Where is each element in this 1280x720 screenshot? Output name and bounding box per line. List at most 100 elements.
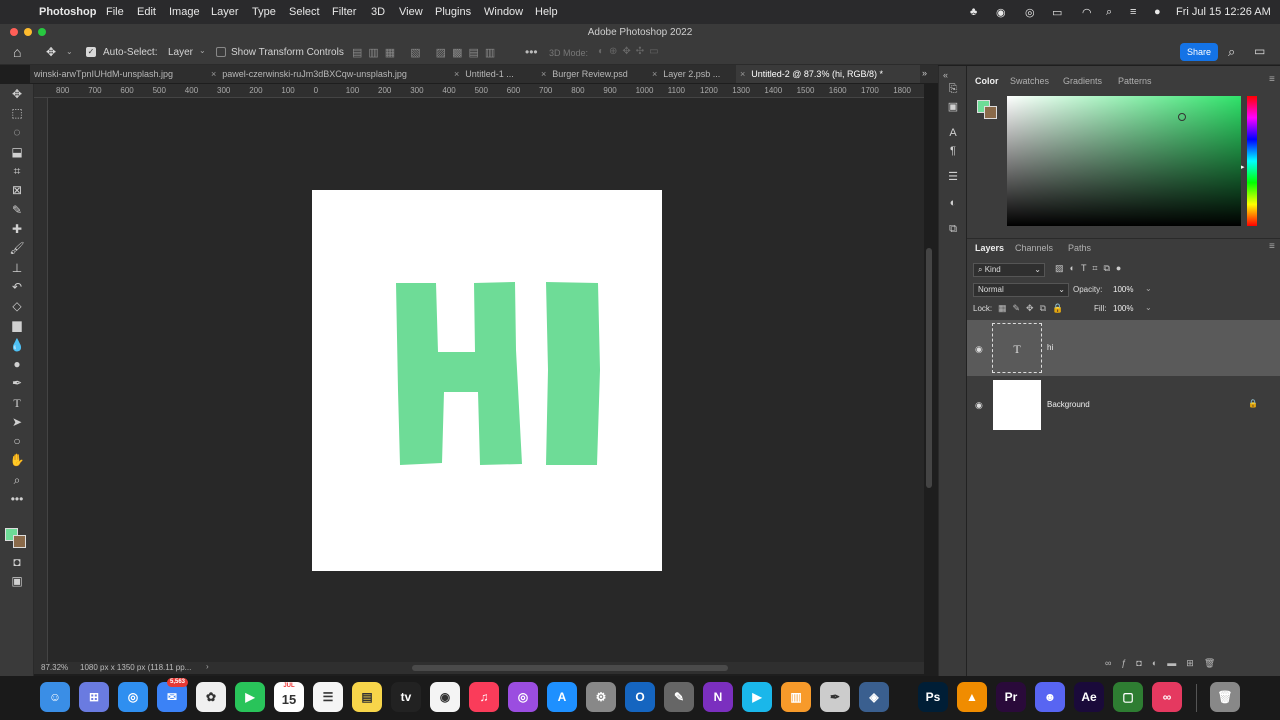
eraser-tool-icon[interactable]: ◇ [9,298,25,314]
doc-tab[interactable]: × Burger Review.psd [541,65,641,83]
dock-app-trash[interactable]: 🗑 [1210,682,1240,712]
dock-app-creative-cloud[interactable]: ∞ [1152,682,1182,712]
zoom-level[interactable]: 87.32% [41,663,68,672]
path-selection-tool-icon[interactable]: ➤ [9,414,25,430]
media-status-icon[interactable]: ◎ [1025,6,1035,19]
dock-app-discord[interactable]: ☻ [1035,682,1065,712]
pen-tool-icon[interactable]: ✒ [9,375,25,391]
menu-file[interactable]: File [106,6,124,18]
eye-icon[interactable]: ◉ [975,344,985,355]
close-tab-icon[interactable]: × [211,69,216,79]
blend-mode-dropdown[interactable]: Normal ⌄ [973,283,1069,297]
dock-app-ae[interactable]: Ae [1074,682,1104,712]
adjustments-panel-icon[interactable]: ◐ [946,196,960,210]
layer-row[interactable]: ◉ T hi [967,320,1280,376]
tab-paths[interactable]: Paths [1068,243,1091,253]
lasso-tool-icon[interactable]: ◌ [9,124,25,140]
menu-filter[interactable]: Filter [332,6,356,18]
dock-app-reminders[interactable]: ☰ [313,682,343,712]
opacity-value[interactable]: 100% [1113,285,1133,294]
tab-swatches[interactable]: Swatches [1010,76,1049,86]
share-button[interactable]: Share [1180,43,1218,61]
menu-plugins[interactable]: Plugins [435,6,471,18]
dodge-tool-icon[interactable]: ● [9,356,25,372]
show-transform-checkbox[interactable] [216,47,226,57]
vertical-scrollbar[interactable] [926,248,932,488]
edit-toolbar-icon[interactable]: ••• [9,491,25,507]
properties-panel-icon[interactable]: ☰ [946,170,960,184]
spotlight-search-icon[interactable]: ⌕ [1106,6,1112,19]
panel-menu-icon[interactable]: ≡ [1269,241,1275,252]
lock-icons[interactable]: ▦✎✥⧉🔒 [998,303,1069,314]
layer-actions-icons[interactable]: ∞ƒ◘◐▬⊞🗑 [1105,658,1225,669]
hi-text-layer[interactable] [312,190,662,571]
doc-tab[interactable]: × Untitled-1 ... [454,65,538,83]
tab-color[interactable]: Color [975,76,999,86]
tab-layers[interactable]: Layers [975,243,1004,253]
chevron-down-icon[interactable]: ⌄ [1145,284,1152,293]
dock-app-tv[interactable]: tv [391,682,421,712]
close-tab-icon[interactable]: × [652,69,657,79]
menu-view[interactable]: View [399,6,423,18]
align-buttons-group[interactable]: ▤▥▦ ▧ ▨▩▤▥ [352,46,501,59]
dock-app-chrome[interactable]: ◉ [430,682,460,712]
screen-mode-icon[interactable]: ▣ [9,573,25,589]
siri-icon[interactable]: ● [1154,6,1161,18]
history-brush-tool-icon[interactable]: ↶ [9,279,25,295]
gradient-tool-icon[interactable]: ▆ [9,317,25,333]
filter-kind-dropdown[interactable]: ⌕ Kind ⌄ [973,263,1045,277]
dock-app-music[interactable]: ♫ [469,682,499,712]
hand-tool-icon[interactable]: ✋ [9,452,25,468]
doc-tab[interactable]: winski-arwTpnIUHdM-unsplash.jpg [34,65,209,83]
blur-tool-icon[interactable]: 💧 [9,337,25,353]
panel-menu-icon[interactable]: ≡ [1269,74,1275,85]
clone-stamp-tool-icon[interactable]: ⊥ [9,260,25,276]
more-options-icon[interactable]: ••• [525,45,538,59]
type-tool-icon[interactable]: T [9,395,25,411]
menu-layer[interactable]: Layer [211,6,239,18]
menu-help[interactable]: Help [535,6,558,18]
chevron-right-icon[interactable]: › [206,662,209,671]
dock-app-finder[interactable]: ☺ [40,682,70,712]
dock-app-facetime[interactable]: ▶ [235,682,265,712]
menu-window[interactable]: Window [484,6,523,18]
ellipse-tool-icon[interactable]: ○ [9,433,25,449]
history-panel-icon[interactable]: ⎘ [946,82,960,96]
crop-tool-icon[interactable]: ⌗ [9,163,25,179]
creative-cloud-status-icon[interactable]: ♣ [970,6,977,18]
horizontal-scrollbar[interactable] [412,665,728,671]
layer-name[interactable]: hi [1047,343,1053,352]
dock-app-app-store[interactable]: A [547,682,577,712]
move-tool-icon[interactable]: ✥ [9,86,25,102]
dock-app-mail[interactable]: ✉ 5,563 [157,678,189,712]
healing-brush-tool-icon[interactable]: ✚ [9,221,25,237]
menu-edit[interactable]: Edit [137,6,156,18]
dock-app-ps[interactable]: Ps [918,682,948,712]
object-selection-tool-icon[interactable]: ⬓ [9,144,25,160]
dock-app-podcasts[interactable]: ◎ [508,682,538,712]
eyedropper-tool-icon[interactable]: ✎ [9,202,25,218]
battery-icon[interactable]: ▭ [1052,6,1062,19]
fill-value[interactable]: 100% [1113,304,1133,313]
close-tab-icon[interactable]: × [454,69,459,79]
dock-app-calendar[interactable]: JUL 15 [274,682,304,712]
menu-app-name[interactable]: Photoshop [39,6,96,18]
hue-slider-handle[interactable]: ▸ [1241,163,1245,171]
chevron-down-icon[interactable]: ⌄ [66,47,73,56]
dock-app-pr[interactable]: Pr [996,682,1026,712]
chevron-down-icon[interactable]: ⌄ [1145,303,1152,312]
recording-icon[interactable]: ◉ [996,6,1006,19]
layer-row[interactable]: ◉ Background 🔒 [967,378,1280,434]
dock-app-safari[interactable]: ◎ [118,682,148,712]
wifi-icon[interactable]: ◠ [1082,6,1092,19]
quick-mask-icon[interactable]: ◘ [9,554,25,570]
brush-tool-icon[interactable]: 🖌 [9,240,25,256]
collapse-icon[interactable]: « [943,70,948,80]
color-picker-cursor[interactable] [1178,113,1186,121]
menubar-clock[interactable]: Fri Jul 15 12:26 AM [1176,6,1271,18]
tab-channels[interactable]: Channels [1015,243,1053,253]
tab-overflow-icon[interactable]: » [922,68,927,78]
doc-tab-active[interactable]: × Untitled-2 @ 87.3% (hi, RGB/8) * [736,65,920,83]
dock-app-script-editor[interactable]: ✒ [820,682,850,712]
canvas-area[interactable] [48,98,932,662]
